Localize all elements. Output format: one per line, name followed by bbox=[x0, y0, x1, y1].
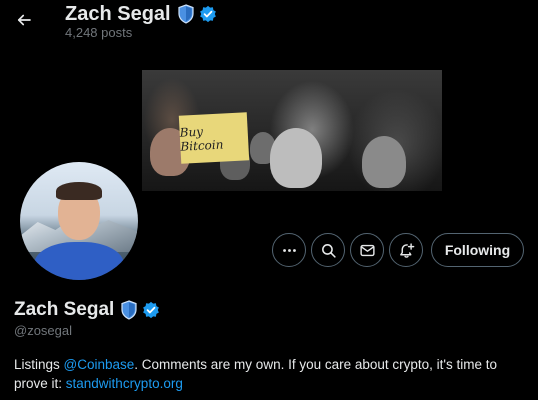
shield-icon bbox=[178, 4, 194, 24]
profile-header: Zach Segal 4,248 posts bbox=[0, 0, 538, 48]
banner-person bbox=[362, 136, 406, 188]
envelope-icon bbox=[359, 244, 375, 256]
profile-name-text: Zach Segal bbox=[14, 299, 115, 320]
website-link[interactable]: standwithcrypto.org bbox=[66, 376, 183, 391]
following-button[interactable]: Following bbox=[431, 233, 524, 267]
more-button[interactable] bbox=[272, 233, 306, 267]
mention-link[interactable]: @Coinbase bbox=[64, 357, 135, 372]
shield-icon bbox=[121, 300, 137, 320]
verified-badge-icon[interactable] bbox=[142, 301, 160, 319]
search-icon bbox=[321, 243, 336, 258]
posts-count: 4,248 posts bbox=[65, 25, 133, 40]
avatar-hair bbox=[56, 182, 102, 200]
avatar-photo bbox=[20, 162, 138, 280]
profile-bio: Listings @Coinbase. Comments are my own.… bbox=[14, 355, 524, 393]
banner-person bbox=[270, 128, 322, 188]
profile-handle: @zosegal bbox=[14, 323, 73, 338]
notifications-button[interactable] bbox=[389, 233, 423, 267]
message-button[interactable] bbox=[350, 233, 384, 267]
banner-sign: Buy Bitcoin bbox=[178, 112, 250, 164]
arrow-left-icon bbox=[17, 14, 31, 26]
back-button[interactable] bbox=[12, 8, 36, 32]
header-name-text: Zach Segal bbox=[65, 3, 171, 25]
avatar[interactable] bbox=[16, 158, 142, 284]
verified-badge-icon bbox=[199, 5, 216, 23]
avatar-shirt bbox=[34, 242, 124, 280]
bell-plus-icon bbox=[399, 242, 414, 258]
profile-name: Zach Segal bbox=[14, 298, 160, 322]
more-horizontal-icon bbox=[282, 248, 296, 252]
header-title: Zach Segal bbox=[65, 2, 217, 26]
bio-text: Listings bbox=[14, 357, 64, 372]
search-profile-button[interactable] bbox=[311, 233, 345, 267]
